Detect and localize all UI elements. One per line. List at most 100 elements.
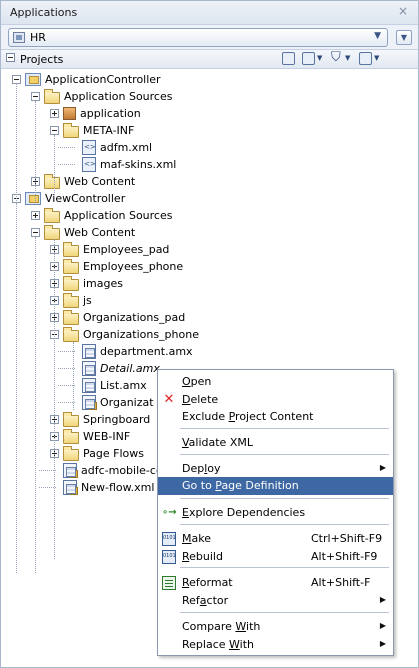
tree-node[interactable]: Organizat — [58, 394, 154, 411]
menu-item-label: Reformat — [182, 576, 233, 589]
tree-node[interactable]: Detail.amx — [58, 360, 160, 377]
working-sets-icon[interactable] — [302, 52, 315, 65]
submenu-arrow-icon: ▶ — [379, 639, 386, 648]
tree-node-label: META-INF — [83, 124, 135, 137]
menu-item-label: Make — [182, 532, 211, 545]
folder-icon — [63, 122, 79, 138]
rebuild-icon — [162, 550, 176, 564]
folder-icon — [63, 428, 79, 444]
folder-icon — [63, 241, 79, 257]
tree-node[interactable]: adfm.xml — [58, 139, 153, 156]
tree-node-label: ViewController — [45, 192, 126, 205]
tree-node[interactable]: maf-skins.xml — [58, 156, 177, 173]
tree-node[interactable]: Web Content — [31, 224, 135, 241]
folder-icon — [63, 445, 79, 461]
reformat-icon — [162, 576, 176, 590]
menu-item-go-to-page-definition[interactable]: Go to Page Definition — [158, 477, 393, 495]
folder-icon — [63, 326, 79, 342]
tree-node-label: Organizations_pad — [83, 311, 186, 324]
menu-item-replace-with[interactable]: Replace With ▶ — [158, 636, 393, 654]
menu-item-deploy[interactable]: Deploy ▶ — [158, 460, 393, 478]
tree-node-label: Organizations_phone — [83, 328, 199, 341]
menu-item-validate-xml[interactable]: Validate XML — [158, 434, 393, 452]
filter-icon[interactable]: ⛉ — [331, 50, 341, 65]
folder-icon — [63, 309, 79, 325]
tree-node[interactable]: Employees_phone — [50, 258, 183, 275]
application-bar: HR ▼ ▼ — [1, 25, 418, 50]
menu-item-label: Replace With — [182, 638, 254, 651]
tree-node-label: Application Sources — [64, 90, 173, 103]
menu-item-shortcut: Ctrl+Shift-F9 — [311, 532, 383, 545]
menu-item-open[interactable]: Open — [158, 373, 393, 391]
menu-item-compare-with[interactable]: Compare With ▶ — [158, 618, 393, 636]
menu-item-label: Exclude Project Content — [182, 410, 314, 423]
tree-node[interactable]: New-flow.xml — [39, 479, 154, 496]
menu-item-label: Deploy — [182, 462, 221, 475]
tree-node-label: adfm.xml — [100, 141, 153, 154]
project-icon — [25, 73, 41, 86]
tree-node-label: Organizat — [100, 396, 154, 409]
collapse-panel-icon[interactable] — [6, 53, 15, 62]
amx-task-icon — [82, 395, 97, 410]
tree-node[interactable]: department.amx — [58, 343, 193, 360]
tree-node-label: Page Flows — [83, 447, 144, 460]
menu-item-shortcut: Alt+Shift-F — [311, 576, 371, 589]
tree-guide-line — [16, 203, 17, 573]
tree-node[interactable]: ApplicationController — [12, 71, 161, 88]
tree-guide-line — [35, 237, 36, 573]
collapse-icon[interactable] — [50, 126, 59, 135]
tree-node[interactable]: Employees_pad — [50, 241, 169, 258]
menu-item-refactor[interactable]: Refactor ▶ — [158, 592, 393, 610]
application-menu-button[interactable]: ▼ — [396, 30, 412, 45]
tree-node-label: adfc-mobile-co — [81, 464, 163, 477]
tree-node[interactable]: Organizations_pad — [50, 309, 185, 326]
tree-node[interactable]: META-INF — [50, 122, 134, 139]
menu-item-explore-dependencies[interactable]: ∘→ Explore Dependencies — [158, 504, 393, 522]
chevron-down-icon[interactable]: ▼ — [317, 54, 322, 68]
collapse-icon[interactable] — [31, 228, 40, 237]
amx-task-icon — [63, 480, 78, 495]
amx-file-icon — [82, 361, 96, 376]
menu-item-reformat[interactable]: Reformat Alt+Shift-F — [158, 574, 393, 592]
tree-node-label: department.amx — [100, 345, 193, 358]
tree-node-label: ApplicationController — [45, 73, 161, 86]
tree-node[interactable]: Application Sources — [31, 88, 172, 105]
menu-item-rebuild[interactable]: Rebuild Alt+Shift-F9 — [158, 548, 393, 566]
window-titlebar: Applications × — [1, 1, 418, 25]
applications-window: Applications × HR ▼ ▼ Projects ▼ ⛉ ▼ ▼ A… — [0, 0, 419, 668]
close-icon[interactable]: × — [396, 4, 410, 18]
tree-node[interactable]: images — [50, 275, 123, 292]
expand-icon[interactable] — [50, 109, 59, 118]
expand-icon[interactable] — [31, 211, 40, 220]
folder-icon — [63, 275, 79, 291]
tree-node[interactable]: Springboard — [50, 411, 150, 428]
tree-node[interactable]: List.amx — [58, 377, 147, 394]
chevron-down-icon[interactable]: ▼ — [374, 54, 379, 68]
submenu-arrow-icon: ▶ — [379, 463, 386, 472]
tree-node[interactable]: Organizations_phone — [50, 326, 199, 343]
folder-icon — [63, 258, 79, 274]
tree-node-label: js — [83, 294, 92, 307]
tree-node[interactable]: ViewController — [12, 190, 125, 207]
application-icon — [13, 32, 25, 43]
tree-node[interactable]: Web Content — [31, 173, 135, 190]
folder-icon — [44, 207, 60, 223]
menu-item-make[interactable]: Make Ctrl+Shift-F9 — [158, 530, 393, 548]
tree-node-label: maf-skins.xml — [100, 158, 177, 171]
tree-node[interactable]: application — [50, 105, 141, 122]
collapse-icon[interactable] — [31, 92, 40, 101]
tree-node[interactable]: WEB-INF — [50, 428, 130, 445]
sort-options-icon[interactable] — [359, 52, 372, 65]
menu-item-delete[interactable]: ✕ Delete — [158, 391, 393, 409]
menu-item-exclude-project-content[interactable]: Exclude Project Content — [158, 408, 393, 426]
tree-node-label: List.amx — [100, 379, 147, 392]
chevron-down-icon[interactable]: ▼ — [345, 54, 350, 68]
tree-node[interactable]: Application Sources — [31, 207, 172, 224]
tree-node[interactable]: js — [50, 292, 92, 309]
tree-node[interactable]: adfc-mobile-co — [39, 462, 163, 479]
tree-node[interactable]: Page Flows — [50, 445, 144, 462]
locate-icon[interactable] — [282, 52, 295, 65]
tree-guide-line — [54, 135, 55, 201]
context-menu: Open ✕ Delete Exclude Project Content Valida… — [157, 369, 394, 656]
application-selector[interactable]: HR ▼ — [8, 28, 388, 47]
